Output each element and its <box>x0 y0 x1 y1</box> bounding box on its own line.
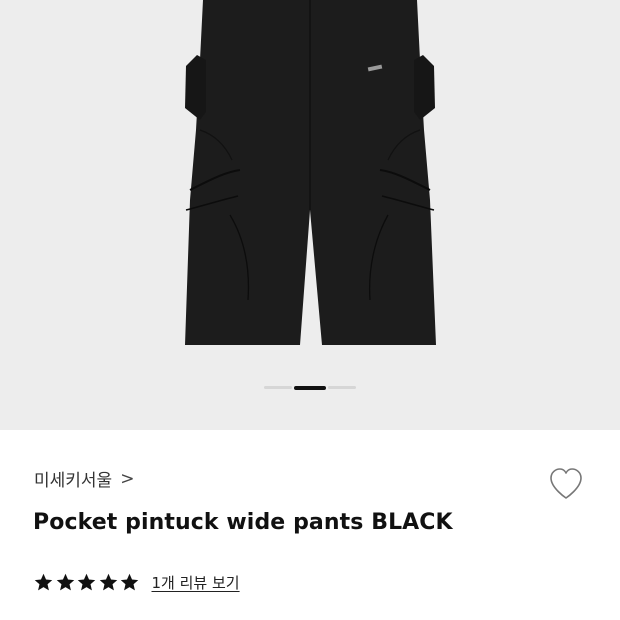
star-rating <box>33 572 141 593</box>
review-link[interactable]: 1개 리뷰 보기 <box>152 572 240 593</box>
star-icon <box>120 573 139 591</box>
pager-dot-active[interactable] <box>294 386 326 390</box>
pager-dot[interactable] <box>264 386 292 389</box>
brand-link[interactable]: 미세키서울 > <box>34 466 135 492</box>
gallery-pager <box>0 386 620 390</box>
star-icon <box>99 573 117 591</box>
product-image <box>185 0 436 345</box>
chevron-right-icon: > <box>120 468 135 489</box>
rating-row: 1개 리뷰 보기 <box>33 572 240 593</box>
product-image-gallery[interactable] <box>0 0 620 430</box>
product-info: 미세키서울 > Pocket pintuck wide pants BLACK … <box>0 430 620 620</box>
brand-name[interactable]: 미세키서울 <box>34 466 112 491</box>
heart-outline-icon[interactable] <box>546 464 586 504</box>
star-icon <box>56 573 74 591</box>
star-icon <box>34 573 53 591</box>
star-icon <box>77 573 96 591</box>
product-title: Pocket pintuck wide pants BLACK <box>33 510 453 535</box>
pager-dot[interactable] <box>328 386 356 389</box>
